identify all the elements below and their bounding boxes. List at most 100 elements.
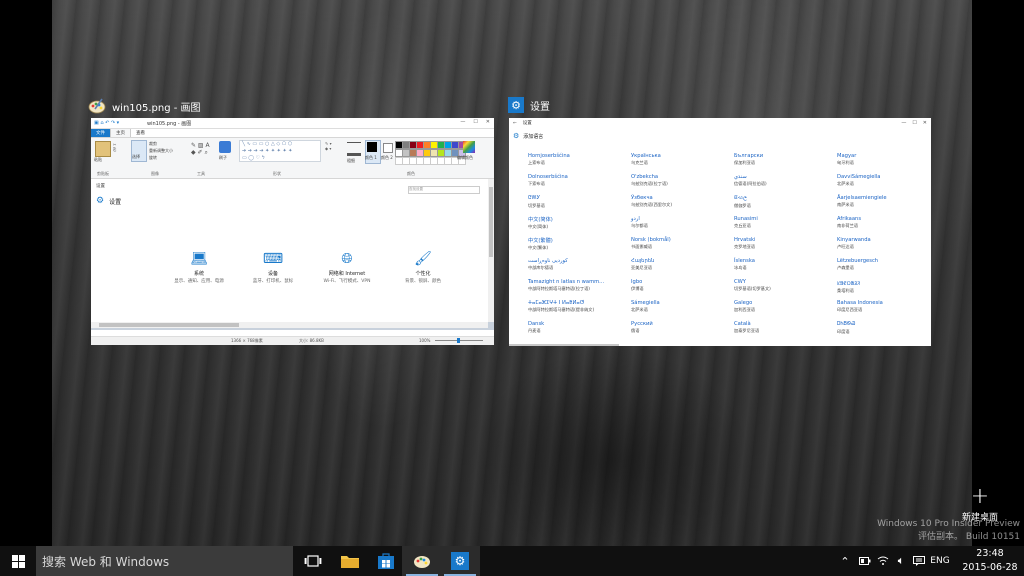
file-explorer-button[interactable] bbox=[330, 546, 370, 576]
battery-button[interactable] bbox=[856, 546, 874, 576]
settings-window-label[interactable]: ⚙ 设置 bbox=[508, 97, 550, 113]
clock[interactable]: 23:48 2015-06-28 bbox=[960, 547, 1020, 575]
show-hidden-icons-button[interactable]: ⌃ bbox=[836, 546, 854, 576]
maximize-icon[interactable]: ☐ bbox=[912, 120, 916, 126]
language-option[interactable]: Lëtzebuergesch 卢森堡语 bbox=[837, 258, 931, 271]
language-option[interactable]: Magyar 匈牙利语 bbox=[837, 153, 931, 166]
close-icon[interactable]: ✕ bbox=[923, 120, 927, 126]
plus-icon: + bbox=[970, 484, 990, 509]
cut-copy-icons[interactable]: ✂ ⎘ bbox=[113, 142, 116, 152]
language-option[interactable]: ᱥᱟᱱᱛᱟᱲᱤ 桑塔利语 bbox=[837, 279, 931, 294]
language-option[interactable]: Íslenska 冰岛语 bbox=[734, 258, 834, 271]
zoom-slider-thumb[interactable] bbox=[457, 338, 460, 343]
language-option[interactable]: Igbo 伊博语 bbox=[631, 279, 731, 292]
language-option[interactable]: Ўзбекча 乌兹别克语(西里尔文) bbox=[631, 195, 731, 208]
language-option[interactable]: Kinyarwanda 卢旺达语 bbox=[837, 237, 931, 250]
action-center-button[interactable] bbox=[910, 546, 928, 576]
language-option[interactable]: Հայերեն 亚美尼亚语 bbox=[631, 258, 731, 271]
language-option[interactable]: DavviSámegiella 北萨米语 bbox=[837, 174, 931, 187]
canvas-item-personalization: 🖌︎ 个性化 背景、锁屏、颜色 bbox=[393, 251, 453, 284]
edit-colors-icon[interactable] bbox=[463, 141, 475, 153]
select-label: 选择 bbox=[132, 154, 140, 159]
watermark-build: 评估副本。 Build 10151 bbox=[918, 532, 1020, 542]
language-option[interactable]: Runasimi 克丘亚语 bbox=[734, 216, 834, 229]
brush-icon[interactable] bbox=[219, 141, 231, 153]
paint-taskbar-button[interactable] bbox=[402, 546, 442, 576]
rotate-label[interactable]: 旋转 bbox=[149, 155, 157, 161]
language-option[interactable]: Sámegiella 北萨米语 bbox=[631, 300, 731, 313]
language-option[interactable]: Tamazight n latlas n wamm... 中部阿特拉斯塔马塞特语(… bbox=[528, 279, 628, 292]
paint-window-thumbnail[interactable]: ▣ ⌂ ↶ ↷ ▾ win105.png - 画图 — ☐ ✕ 文件 主页 查看… bbox=[91, 118, 494, 345]
language-option[interactable]: Afrikaans 南非荷兰语 bbox=[837, 216, 931, 229]
language-chinese-name: 乌兹别克语(西里尔文) bbox=[631, 202, 672, 207]
vertical-scrollbar[interactable] bbox=[488, 179, 494, 322]
minimize-icon[interactable]: — bbox=[460, 119, 465, 125]
language-option[interactable]: Åarjelsaemiengiele 南萨米语 bbox=[837, 195, 931, 208]
language-option[interactable]: Українська 乌克兰语 bbox=[631, 153, 731, 166]
language-option[interactable]: Русский 俄语 bbox=[631, 321, 731, 334]
language-option[interactable]: Dolnoserbšćina 下索布语 bbox=[528, 174, 628, 187]
shape-outline-fill[interactable]: ✎ ▾ ◆ ▾ bbox=[325, 141, 332, 151]
status-zoom: 100% bbox=[419, 338, 431, 343]
shapes-gallery[interactable]: ╲ ∿ ▭ ▭ ○ △ ◇ ⬠ ⬡ ➔ ➔ ➔ ➔ ✦ ✦ ✦ ✦ ✦ ▭ ◯ ♡ … bbox=[239, 140, 321, 162]
settings-taskbar-button[interactable]: ⚙ bbox=[440, 546, 480, 576]
tools-icons[interactable]: ✎ ▨ A ◆ ✐ ⌕ bbox=[191, 142, 210, 157]
language-option[interactable]: سنڌي 信德语(阿拉伯语) bbox=[734, 174, 834, 187]
language-chinese-name: 克罗地亚语 bbox=[734, 244, 755, 249]
language-option[interactable]: 中文(繁體) 中文(繁体) bbox=[528, 237, 628, 251]
language-option[interactable]: Galego 加利西亚语 bbox=[734, 300, 834, 313]
language-option[interactable]: ⵜⴰⵎⴰⵣⵉⵖⵜ ⵏ ⵍⴰⵟⵍⴰⵚ 中部阿特拉斯塔马塞特语(提非纳文) bbox=[528, 300, 628, 313]
language-option[interactable]: සිංහල 僧伽罗语 bbox=[734, 195, 834, 209]
paint-brush-icon: 🖌︎ bbox=[414, 251, 432, 267]
network-button[interactable] bbox=[874, 546, 892, 576]
tab-home[interactable]: 主页 bbox=[110, 128, 131, 137]
language-option[interactable]: Català 加泰罗尼亚语 bbox=[734, 321, 834, 334]
language-option[interactable]: CWY 切罗基语(切罗基文) bbox=[734, 279, 834, 292]
maximize-icon[interactable]: ☐ bbox=[473, 119, 477, 125]
color1-swatch bbox=[367, 142, 377, 152]
volume-button[interactable]: 🔈︎ bbox=[892, 546, 910, 576]
language-option[interactable]: ᎠᏂᏴᏫᏯ 印度语 bbox=[837, 321, 931, 335]
color2-swatch[interactable] bbox=[383, 143, 393, 153]
store-button[interactable] bbox=[366, 546, 406, 576]
language-option[interactable]: Hornjoserbšćina 上索布语 bbox=[528, 153, 628, 166]
scrollbar-thumb[interactable] bbox=[99, 323, 239, 327]
language-option[interactable]: اردو 乌尔都语 bbox=[631, 216, 731, 229]
horizontal-scrollbar[interactable] bbox=[91, 322, 488, 328]
minimize-icon[interactable]: — bbox=[901, 120, 906, 126]
language-native-name: Hrvatski bbox=[734, 237, 756, 243]
task-view-button[interactable] bbox=[293, 546, 333, 576]
language-option[interactable]: Dansk 丹麦语 bbox=[528, 321, 628, 334]
start-button[interactable] bbox=[0, 546, 36, 576]
close-icon[interactable]: ✕ bbox=[486, 119, 490, 125]
crop-label[interactable]: 裁剪 bbox=[149, 141, 157, 147]
paint-app-icon bbox=[88, 98, 106, 114]
language-native-name: සිංහල bbox=[734, 195, 748, 201]
language-option[interactable]: Norsk (bokmål) 书面挪威语 bbox=[631, 237, 731, 250]
input-language-button[interactable]: ENG bbox=[928, 546, 952, 576]
language-option[interactable]: ᏣᎳᎩ 切罗基语 bbox=[528, 195, 628, 209]
language-chinese-name: 加泰罗尼亚语 bbox=[734, 328, 760, 333]
language-option[interactable]: Български 保加利亚语 bbox=[734, 153, 834, 166]
size-icon[interactable] bbox=[347, 142, 361, 156]
paint-canvas-area[interactable]: 设置 ⚙ 设置 查找设置 💻︎ 系统 显示、通知、应用、电源 ⌨ 设备 蓝牙、打… bbox=[91, 179, 494, 330]
settings-window-thumbnail[interactable]: ← 设置 — ☐ ✕ ⚙ 添加语言 Hornjoserbšćina 上索布语 Dol… bbox=[509, 118, 931, 346]
language-option[interactable]: Hrvatski 克罗地亚语 bbox=[734, 237, 834, 250]
search-box[interactable]: 搜索 Web 和 Windows bbox=[36, 546, 293, 576]
paint-statusbar: 1366 × 768像素 大小: 86.8KB 100% bbox=[91, 336, 494, 345]
language-option[interactable]: Bahasa Indonesia 印度尼西亚语 bbox=[837, 300, 931, 313]
resize-label[interactable]: 重新调整大小 bbox=[149, 148, 173, 154]
language-option[interactable]: O'zbekcha 乌兹别克语(拉丁语) bbox=[631, 174, 731, 187]
scrollbar-thumb[interactable] bbox=[489, 187, 493, 257]
paste-icon[interactable] bbox=[95, 141, 111, 157]
tab-view[interactable]: 查看 bbox=[131, 129, 150, 137]
back-arrow-icon[interactable]: ← bbox=[513, 121, 517, 126]
language-option[interactable]: 中文(简体) 中文(简体) bbox=[528, 216, 628, 230]
language-indicator: ENG bbox=[930, 556, 950, 566]
settings-scrollbar[interactable] bbox=[509, 344, 619, 346]
language-native-name: CWY bbox=[734, 279, 746, 285]
add-language-header: ⚙ 添加语言 bbox=[513, 132, 543, 140]
tab-file[interactable]: 文件 bbox=[91, 129, 110, 137]
language-option[interactable]: کوردیی ناوەڕاست 中部库尔德语 bbox=[528, 258, 628, 271]
paint-window-label[interactable]: win105.png - 画图 bbox=[88, 98, 201, 114]
